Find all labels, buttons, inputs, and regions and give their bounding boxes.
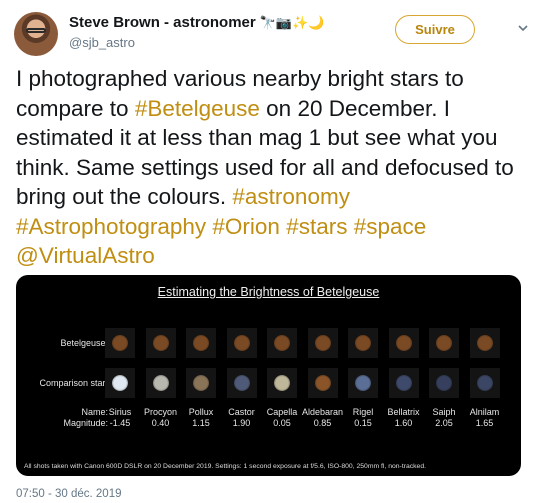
star-name: Aldebaran — [301, 407, 344, 417]
comparison-panel — [267, 368, 297, 398]
betelgeuse-panel — [105, 328, 135, 358]
comparison-panel — [469, 368, 500, 398]
magnitude-row-label: Magnitude: — [63, 418, 108, 428]
name-row-label: Name: — [81, 407, 108, 417]
comparison-star — [152, 375, 169, 391]
betelgeuse-row-label: Betelgeuse: — [60, 338, 108, 348]
comparison-star — [395, 375, 412, 391]
hashtag-link[interactable]: #stars — [286, 214, 347, 239]
tweet-timestamp[interactable]: 07:50 - 30 déc. 2019 — [16, 488, 122, 500]
chevron-down-icon[interactable] — [517, 22, 529, 34]
star-name: Alnilam — [469, 407, 500, 417]
star-magnitude: 1.90 — [232, 418, 251, 428]
author-emoji: 🔭📷✨🌙 — [259, 16, 325, 31]
star-name: Sirius — [108, 407, 132, 417]
comparison-star — [112, 375, 128, 391]
hashtag-link[interactable]: #Astrophotography — [16, 214, 206, 239]
hashtag-link[interactable]: #Betelgeuse — [135, 96, 260, 121]
betelgeuse-panel — [226, 328, 257, 358]
comparison-star — [355, 375, 371, 391]
star-name: Pollux — [188, 407, 214, 417]
star-magnitude: 1.65 — [475, 418, 494, 428]
star-magnitude: 2.05 — [435, 418, 453, 428]
betelgeuse-panel — [267, 328, 297, 358]
comparison-star — [274, 375, 290, 391]
hashtag-link[interactable]: @VirtualAstro — [16, 243, 155, 268]
betelgeuse-panel — [145, 328, 176, 358]
comparison-panel — [307, 368, 338, 398]
comparison-star — [436, 375, 452, 391]
betelgeuse-star — [395, 335, 412, 351]
hashtag-link[interactable]: #Orion — [212, 214, 280, 239]
betelgeuse-star — [355, 335, 371, 351]
betelgeuse-star — [233, 335, 250, 351]
avatar[interactable] — [14, 12, 58, 56]
betelgeuse-panel — [429, 328, 459, 358]
star-magnitude: -1.45 — [109, 418, 131, 428]
betelgeuse-panel — [348, 328, 378, 358]
comparison-panel — [388, 368, 419, 398]
comparison-panel — [105, 368, 135, 398]
image-footnote: All shots taken with Canon 600D DSLR on … — [24, 463, 426, 470]
comparison-star — [233, 375, 250, 391]
betelgeuse-star — [274, 335, 290, 351]
star-magnitude: 0.15 — [354, 418, 372, 428]
tweet-image[interactable]: Estimating the Brightness of Betelgeuse … — [16, 275, 521, 476]
star-name: Procyon — [143, 407, 178, 417]
image-title: Estimating the Brightness of Betelgeuse — [157, 285, 380, 299]
star-magnitude: 0.40 — [151, 418, 170, 428]
follow-button[interactable]: Suivre — [395, 15, 475, 44]
tweet-text: I photographed various nearby bright sta… — [16, 64, 521, 271]
betelgeuse-star — [476, 335, 493, 351]
betelgeuse-panel — [307, 328, 338, 358]
star-magnitude: 1.60 — [394, 418, 413, 428]
hashtag-link[interactable]: #space — [354, 214, 427, 239]
author-name-text[interactable]: Steve Brown - astronomer — [69, 14, 256, 31]
comparison-panel — [186, 368, 216, 398]
comparison-star — [193, 375, 209, 391]
comparison-panel — [226, 368, 257, 398]
star-name: Saiph — [432, 407, 456, 417]
avatar-glasses — [26, 28, 46, 33]
comparison-panel — [145, 368, 176, 398]
betelgeuse-panel — [186, 328, 216, 358]
comparison-row-label: Comparison star: — [39, 378, 108, 388]
comparison-panel — [429, 368, 459, 398]
comparison-star — [476, 375, 493, 391]
betelgeuse-star — [193, 335, 209, 351]
star-magnitude: 1.15 — [192, 418, 210, 428]
comparison-panel — [348, 368, 378, 398]
betelgeuse-star — [112, 335, 128, 351]
author-handle[interactable]: @sjb_astro — [69, 35, 135, 50]
betelgeuse-star — [314, 335, 331, 351]
author-name[interactable]: Steve Brown - astronomer 🔭📷✨🌙 — [69, 14, 324, 31]
tweet-header: Steve Brown - astronomer 🔭📷✨🌙 @sjb_astro … — [14, 12, 530, 56]
betelgeuse-star — [152, 335, 169, 351]
star-name: Rigel — [352, 407, 374, 417]
star-name: Castor — [228, 407, 255, 417]
comparison-star — [314, 375, 331, 391]
betelgeuse-panel — [388, 328, 419, 358]
star-magnitude: 0.85 — [313, 418, 332, 428]
betelgeuse-panel — [469, 328, 500, 358]
betelgeuse-star — [436, 335, 452, 351]
star-name: Bellatrix — [387, 407, 420, 417]
hashtag-link[interactable]: #astronomy — [232, 184, 350, 209]
star-name: Capella — [266, 407, 298, 417]
star-magnitude: 0.05 — [273, 418, 291, 428]
